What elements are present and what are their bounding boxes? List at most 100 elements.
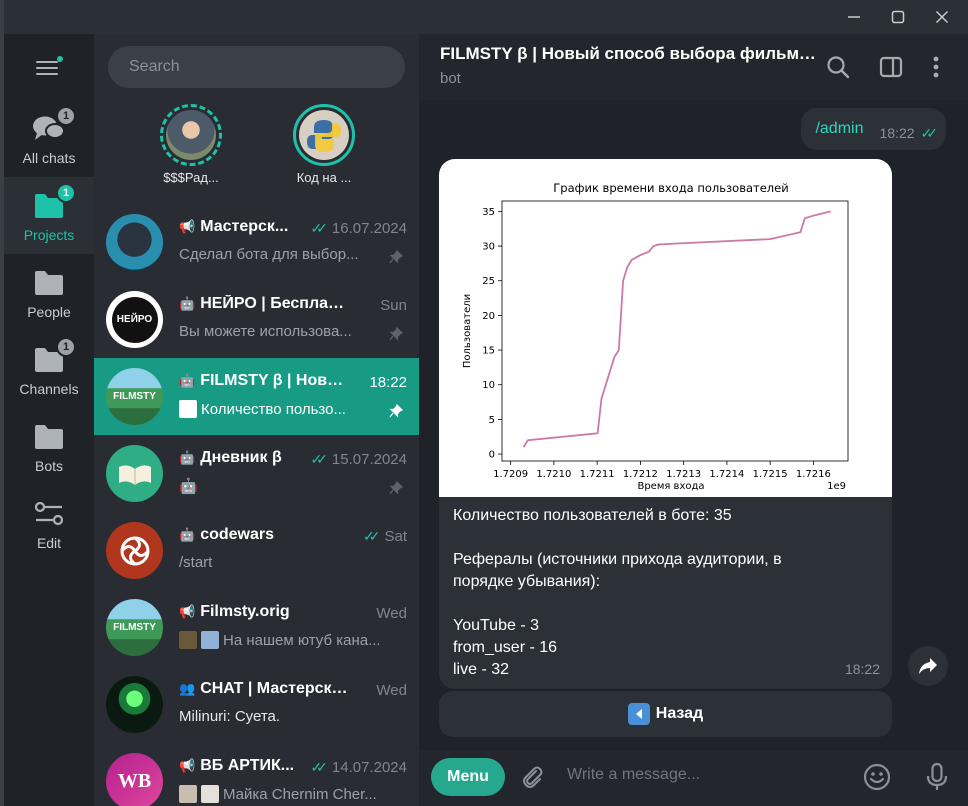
forward-icon bbox=[919, 658, 937, 674]
folder-people[interactable]: People bbox=[4, 254, 94, 331]
message-text[interactable]: Количество пользователей в боте: 35 Рефе… bbox=[453, 505, 873, 681]
avatar bbox=[106, 522, 163, 579]
avatar bbox=[299, 110, 349, 160]
chat-view: FILMSTY β | Новый способ выбора фильмов.… bbox=[419, 34, 968, 806]
chat-item-neyro[interactable]: НЕЙРО 🤖 НЕЙРО | Бесплатн... Sun Вы можете… bbox=[94, 281, 419, 358]
more-options-icon[interactable] bbox=[923, 54, 949, 80]
avatar: WB bbox=[106, 753, 163, 806]
avatar bbox=[106, 445, 163, 502]
chat-name: ВБ АРТИК... bbox=[200, 757, 295, 774]
chat-item-masterskaya[interactable]: 📢 Мастерск... ✓✓ 16.07.2024 Сделал бота дл… bbox=[94, 204, 419, 281]
x-tick-label: 1.7215 bbox=[753, 469, 788, 480]
channel-icon: 📢 bbox=[179, 219, 196, 234]
folder-all-chats[interactable]: 1 All chats bbox=[4, 100, 94, 177]
chat-item-codewars[interactable]: 🤖 codewars ✓✓ Sat /start bbox=[94, 512, 419, 589]
x-tick-label: 1.7210 bbox=[536, 469, 571, 480]
double-check-icon: ✓✓ bbox=[310, 220, 328, 236]
bot-icon: 🤖 bbox=[179, 373, 196, 388]
forward-button[interactable] bbox=[908, 646, 948, 686]
maximize-icon[interactable] bbox=[876, 0, 920, 34]
folder-sidebar: 1 All chats 1 Projects People 1 Channels bbox=[4, 34, 94, 806]
y-tick-label: 25 bbox=[482, 276, 495, 287]
chat-header[interactable]: FILMSTY β | Новый способ выбора фильмов.… bbox=[419, 34, 968, 100]
folder-badge: 1 bbox=[56, 337, 76, 357]
y-tick-label: 20 bbox=[482, 311, 495, 322]
pin-icon bbox=[389, 481, 403, 495]
message-line: Количество пользователей в боте: 35 bbox=[453, 507, 732, 524]
chat-time: 18:22 bbox=[369, 374, 407, 391]
avatar bbox=[106, 676, 163, 733]
message-time: 18:22 bbox=[844, 661, 880, 677]
folder-icon bbox=[32, 268, 66, 298]
close-icon[interactable] bbox=[920, 0, 964, 34]
folder-projects[interactable]: 1 Projects bbox=[4, 177, 94, 254]
chat-name: НЕЙРО | Бесплатн... bbox=[200, 295, 349, 312]
story-name: Код на ... bbox=[296, 170, 352, 185]
x-tick-label: 1.7212 bbox=[623, 469, 658, 480]
codewars-logo-icon bbox=[120, 536, 149, 565]
hamburger-menu-icon[interactable] bbox=[34, 56, 64, 80]
bot-menu-button[interactable]: Menu bbox=[431, 758, 505, 796]
folder-label: All chats bbox=[22, 150, 76, 166]
chart-image[interactable]: График времени входа пользователей 0 5 10 1… bbox=[439, 159, 892, 497]
message-input[interactable]: Write a message... bbox=[567, 766, 700, 784]
chat-item-filmsty-orig[interactable]: FILMSTY 📢 Filmsty.orig Wed На нашем ютуб … bbox=[94, 589, 419, 666]
channel-icon: 📢 bbox=[179, 604, 196, 619]
y-axis-ticks: 0 5 10 15 20 25 30 35 bbox=[482, 207, 502, 461]
chat-name: Дневник β bbox=[200, 449, 282, 466]
x-axis-label: Время входа bbox=[637, 481, 704, 492]
microphone-icon[interactable] bbox=[922, 762, 952, 792]
avatar bbox=[106, 214, 163, 271]
chat-preview: /start bbox=[179, 554, 213, 571]
chat-preview: Вы можете использова... bbox=[179, 323, 352, 340]
folder-edit[interactable]: Edit bbox=[4, 485, 94, 562]
sliders-icon bbox=[32, 499, 66, 529]
search-input[interactable]: Search bbox=[108, 46, 405, 88]
chat-subtitle: bot bbox=[440, 70, 461, 87]
chat-preview: 🤖 bbox=[179, 478, 198, 495]
chat-item-filmsty-bot[interactable]: FILMSTY 🤖 FILMSTY β | Новы... 18:22 Колич… bbox=[94, 358, 419, 435]
chat-list-panel: Search $$$Рад... Код на ... 📢 Мастерск... bbox=[94, 34, 419, 806]
message-composer: Menu Write a message... bbox=[419, 750, 968, 806]
chat-item-vb-artik[interactable]: WB 📢 ВБ АРТИК... ✓✓ 14.07.2024 Майка Chern… bbox=[94, 743, 419, 806]
y-tick-label: 5 bbox=[489, 415, 495, 426]
channel-icon: 📢 bbox=[179, 758, 196, 773]
book-icon bbox=[118, 464, 151, 485]
bot-icon: 🤖 bbox=[179, 450, 196, 465]
message-text[interactable]: /admin bbox=[815, 120, 863, 138]
chat-time: 15.07.2024 bbox=[331, 451, 407, 468]
folder-channels[interactable]: 1 Channels bbox=[4, 331, 94, 408]
sidebar-toggle-icon[interactable] bbox=[878, 54, 904, 80]
back-arrow-icon bbox=[627, 703, 650, 725]
chat-bubbles-icon: 1 bbox=[32, 106, 76, 144]
chat-item-chat-masterskaya[interactable]: 👥 CHAT | Мастерска... Wed Milinuri: Суета… bbox=[94, 666, 419, 743]
x-axis-ticks: 1.7209 1.7210 1.7211 1.7212 1.7213 1.7214 1.72… bbox=[493, 461, 831, 480]
avatar: НЕЙРО bbox=[106, 291, 163, 348]
chat-name: Filmsty.orig bbox=[200, 603, 290, 620]
minimize-icon[interactable] bbox=[832, 0, 876, 34]
story-item[interactable]: Код на ... bbox=[274, 104, 374, 185]
outgoing-message[interactable]: /admin 18:22 ✓✓ bbox=[801, 108, 946, 150]
telegram-window: 1 All chats 1 Projects People 1 Channels bbox=[4, 0, 968, 806]
bot-icon: 🤖 bbox=[179, 527, 196, 542]
double-check-icon: ✓✓ bbox=[310, 451, 328, 467]
message-line: live - 32 bbox=[453, 661, 510, 678]
emoji-icon[interactable] bbox=[862, 762, 892, 792]
folder-bots[interactable]: Bots bbox=[4, 408, 94, 485]
x-tick-label: 1.7214 bbox=[709, 469, 744, 480]
folder-label: Bots bbox=[34, 458, 63, 474]
chat-item-dnevnik[interactable]: 🤖 Дневник β ✓✓ 15.07.2024 🤖 bbox=[94, 435, 419, 512]
back-inline-button[interactable]: Назад bbox=[439, 691, 892, 737]
incoming-message[interactable]: График времени входа пользователей 0 5 10 1… bbox=[439, 159, 892, 689]
inline-button-label: Назад bbox=[655, 705, 704, 722]
story-item[interactable]: $$$Рад... bbox=[141, 104, 241, 185]
search-icon[interactable] bbox=[825, 54, 851, 80]
attach-icon[interactable] bbox=[519, 764, 545, 790]
folder-label: Channels bbox=[19, 381, 79, 397]
double-check-icon: ✓✓ bbox=[310, 759, 328, 775]
chat-time: Sun bbox=[380, 297, 407, 314]
chat-time: Wed bbox=[376, 682, 407, 699]
x-tick-label: 1.7209 bbox=[493, 469, 528, 480]
message-line bbox=[453, 593, 873, 615]
folder-icon: 1 bbox=[32, 183, 76, 221]
